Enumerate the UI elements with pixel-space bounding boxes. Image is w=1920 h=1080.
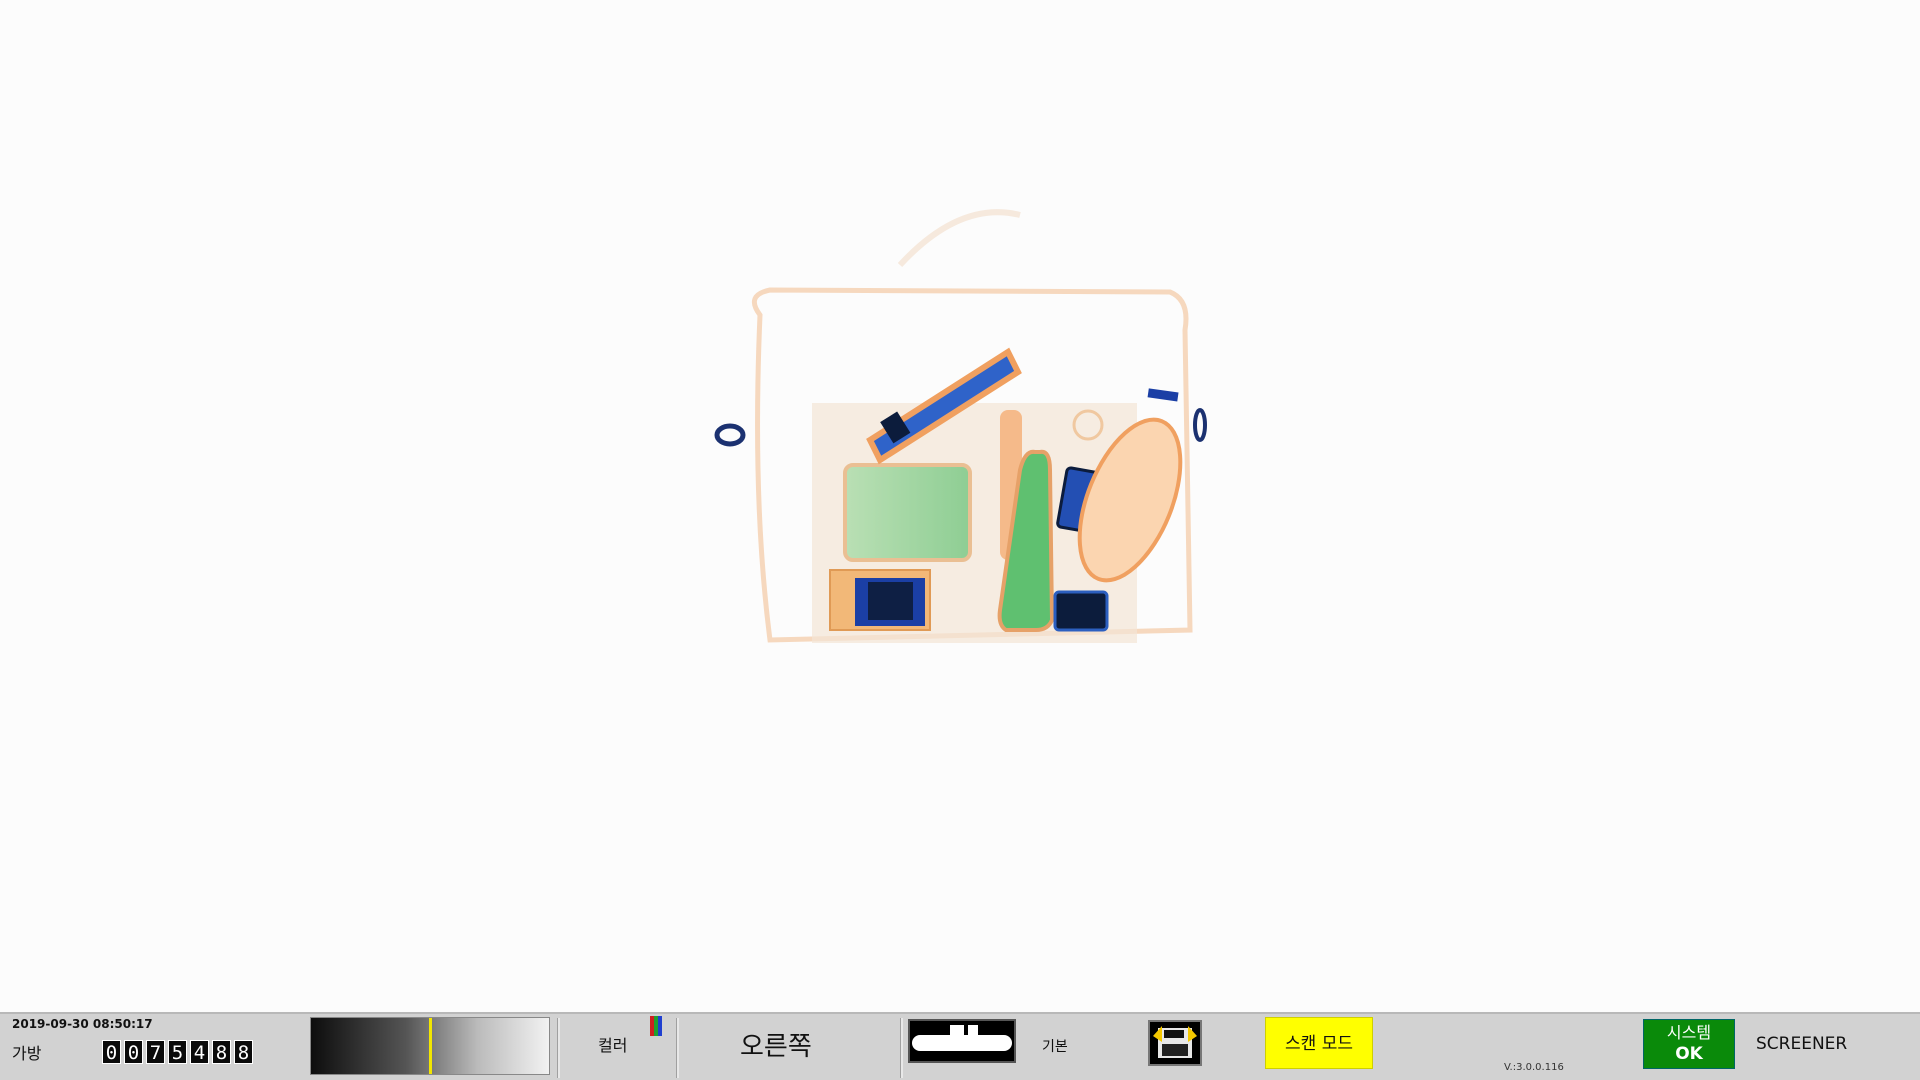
divider bbox=[676, 1018, 679, 1078]
conveyor-icon bbox=[912, 1025, 1012, 1051]
dark-canister bbox=[1053, 590, 1109, 632]
save-icon bbox=[1153, 1026, 1197, 1058]
scan-datetime: 2019-09-30 08:50:17 bbox=[12, 1017, 153, 1031]
basic-mode-label: 기본 bbox=[1042, 1039, 1068, 1055]
system-status-indicator[interactable]: 시스템 OK bbox=[1643, 1019, 1735, 1069]
grayscale-level-marker[interactable] bbox=[429, 1018, 432, 1074]
conveyor-direction-label: 오른쪽 bbox=[740, 1032, 812, 1062]
bag-counter-digit: 4 bbox=[190, 1040, 209, 1064]
xray-scan-image bbox=[714, 209, 1207, 643]
bag-counter-digit: 0 bbox=[124, 1040, 143, 1064]
bag-counter-digit: 7 bbox=[146, 1040, 165, 1064]
bag-counter-digit: 5 bbox=[168, 1040, 187, 1064]
bag-handle bbox=[897, 209, 1021, 268]
bag-label: 가방 bbox=[12, 1044, 42, 1063]
scan-mode-button[interactable]: 스캔 모드 bbox=[1265, 1017, 1373, 1069]
bag-counter-digit: 8 bbox=[212, 1040, 231, 1064]
user-role-label: SCREENER bbox=[1756, 1034, 1848, 1054]
color-mode-button[interactable]: 컬러 bbox=[598, 1032, 627, 1056]
save-image-button[interactable] bbox=[1148, 1020, 1202, 1066]
system-status-label: 시스템 bbox=[1666, 1023, 1712, 1042]
divider bbox=[900, 1018, 903, 1078]
status-bar: 2019-09-30 08:50:17 가방 0 0 7 5 4 8 8 컬러 … bbox=[0, 1012, 1920, 1080]
bag-counter-digit: 8 bbox=[234, 1040, 253, 1064]
divider bbox=[557, 1018, 560, 1078]
bag-counter-digit: 0 bbox=[102, 1040, 121, 1064]
grayscale-level-bar[interactable] bbox=[310, 1017, 550, 1075]
bag-counter: 0 0 7 5 4 8 8 bbox=[102, 1040, 253, 1064]
left-handle-ring bbox=[714, 423, 746, 447]
rgb-bars-icon bbox=[650, 1016, 662, 1036]
system-status-value: OK bbox=[1675, 1044, 1703, 1064]
right-handle-ring bbox=[1193, 408, 1207, 442]
zipper-pull bbox=[1147, 388, 1179, 402]
conveyor-button[interactable] bbox=[908, 1019, 1016, 1063]
version-label: V.:3.0.0.116 bbox=[1504, 1062, 1564, 1073]
green-container bbox=[843, 463, 972, 562]
xray-image-viewer[interactable] bbox=[0, 0, 1920, 1012]
